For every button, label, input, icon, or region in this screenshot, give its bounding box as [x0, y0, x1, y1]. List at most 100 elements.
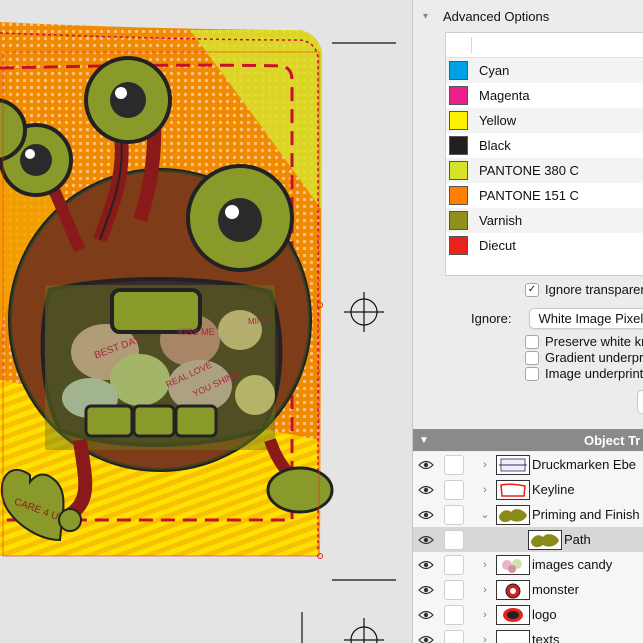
separation-row[interactable]: Magenta [446, 83, 643, 108]
lock-toggle[interactable] [444, 579, 464, 600]
eye-icon[interactable] [417, 508, 435, 522]
eye-icon[interactable] [417, 533, 435, 547]
object-tree-header[interactable]: ▼ Object Tr [413, 429, 643, 451]
preserve-white-checkbox[interactable] [525, 334, 539, 349]
lock-toggle[interactable] [444, 504, 464, 525]
lock-toggle[interactable] [444, 454, 464, 475]
object-tree-title: Object Tr [584, 432, 641, 448]
tree-row[interactable]: › Druckmarken Ebe [413, 452, 643, 478]
disclosure-icon[interactable]: › [480, 484, 490, 496]
chevron-down-icon[interactable]: ▾ [423, 11, 435, 22]
disclosure-icon[interactable]: ⌄ [480, 508, 490, 521]
color-swatch [449, 186, 468, 205]
artwork-illustration: BEST DAY KISS ME REAL LOVE YOU SHINE MIN… [0, 22, 396, 643]
registration-mark [344, 292, 384, 332]
layer-name: Keyline [532, 482, 575, 497]
disclosure-icon[interactable]: › [480, 584, 490, 596]
separation-row[interactable]: Cyan [446, 58, 643, 83]
separation-name: Black [479, 138, 511, 153]
layer-thumbnail [496, 454, 530, 475]
separation-name: PANTONE 380 C [479, 163, 579, 178]
separation-row[interactable]: Yellow [446, 108, 643, 133]
layer-name: logo [532, 607, 557, 622]
layer-name: Path [564, 532, 591, 547]
separation-row[interactable]: Varnish [446, 208, 643, 233]
advanced-options-label: Advanced Options [443, 8, 550, 24]
disclosure-icon[interactable]: › [480, 559, 490, 571]
separation-name: Varnish [479, 213, 523, 228]
gradient-underprint-label: Gradient underpri [545, 350, 643, 365]
lock-toggle[interactable] [444, 629, 464, 643]
layer-thumbnail [496, 629, 530, 643]
preserve-white-row[interactable]: Preserve white kn [525, 334, 643, 349]
disclosure-icon[interactable]: › [480, 459, 490, 471]
layer-name: Druckmarken Ebe [532, 457, 637, 472]
tree-row[interactable]: › Keyline [413, 477, 643, 503]
image-underprint-row[interactable]: Image underprint [525, 366, 643, 381]
eye-icon[interactable] [417, 633, 435, 643]
tree-row[interactable]: ⌄ Priming and Finish [413, 502, 643, 528]
disclosure-icon[interactable]: › [480, 609, 490, 621]
color-swatch [449, 211, 468, 230]
eye-icon[interactable] [417, 558, 435, 572]
apply-button[interactable] [637, 390, 643, 414]
layer-thumbnail [496, 579, 530, 600]
lock-toggle[interactable] [444, 604, 464, 625]
separation-name: PANTONE 151 C [479, 188, 579, 203]
separations-panel: ▾ Advanced Options Cyan Magenta Yellow Blac… [412, 0, 643, 643]
separation-name: Cyan [479, 63, 510, 78]
image-underprint-checkbox[interactable] [525, 366, 539, 381]
tree-row[interactable]: › logo [413, 602, 643, 628]
ignore-transparency-checkbox[interactable]: ✓ [525, 282, 539, 297]
preserve-white-label: Preserve white kn [545, 334, 643, 349]
gradient-underprint-checkbox[interactable] [525, 350, 539, 365]
separations-list[interactable]: Cyan Magenta Yellow Black PANTONE 380 C PANTO… [445, 32, 643, 276]
eye-icon[interactable] [417, 583, 435, 597]
separation-name: Yellow [479, 113, 517, 128]
layer-name: images candy [532, 557, 613, 572]
separation-name: Magenta [479, 88, 530, 103]
eye-icon[interactable] [417, 608, 435, 622]
layer-thumbnail [496, 504, 530, 525]
tree-row[interactable]: › monster [413, 577, 643, 603]
candy-text-mine: MINE [248, 317, 268, 326]
lock-toggle[interactable] [444, 554, 464, 575]
disclosure-icon[interactable]: › [480, 634, 490, 643]
layer-name: Priming and Finish [532, 507, 640, 522]
separations-rows: Cyan Magenta Yellow Black PANTONE 380 C PANTO… [446, 58, 643, 258]
lock-toggle[interactable] [444, 529, 464, 550]
gradient-underprint-row[interactable]: Gradient underpri [525, 350, 643, 365]
layer-thumbnail [496, 554, 530, 575]
ignore-label: Ignore: [471, 311, 512, 326]
advanced-options-header[interactable]: ▾ Advanced Options [423, 6, 549, 26]
color-swatch [449, 161, 468, 180]
ignore-transparency-row[interactable]: ✓ Ignore transparen [525, 282, 643, 297]
separation-name: Diecut [479, 238, 516, 253]
separation-row[interactable]: PANTONE 151 C [446, 183, 643, 208]
tree-row[interactable]: › images candy [413, 552, 643, 578]
color-swatch [449, 86, 468, 105]
separation-row[interactable]: Diecut [446, 233, 643, 258]
color-swatch [449, 236, 468, 255]
layer-name: monster [532, 582, 579, 597]
separation-row[interactable]: Black [446, 133, 643, 158]
ignore-select[interactable]: White Image Pixel [529, 308, 643, 329]
image-underprint-label: Image underprint [545, 366, 643, 381]
color-swatch [449, 136, 468, 155]
eye-icon[interactable] [417, 483, 435, 497]
tree-row[interactable]: › texts [413, 627, 643, 643]
separation-row[interactable]: PANTONE 380 C [446, 158, 643, 183]
layer-thumbnail [528, 529, 562, 550]
design-canvas[interactable]: BEST DAY KISS ME REAL LOVE YOU SHINE MIN… [0, 0, 412, 643]
layer-thumbnail [496, 604, 530, 625]
layer-thumbnail [496, 479, 530, 500]
layer-name: texts [532, 632, 560, 643]
disclosure-down-icon[interactable]: ▼ [419, 435, 429, 446]
tree-row[interactable]: Path [413, 527, 643, 553]
lock-toggle[interactable] [444, 479, 464, 500]
eye-icon[interactable] [417, 458, 435, 472]
separations-list-header [446, 33, 643, 58]
ignore-row: Ignore: White Image Pixel [471, 308, 643, 329]
color-swatch [449, 61, 468, 80]
ignore-transparency-label: Ignore transparen [545, 282, 643, 297]
